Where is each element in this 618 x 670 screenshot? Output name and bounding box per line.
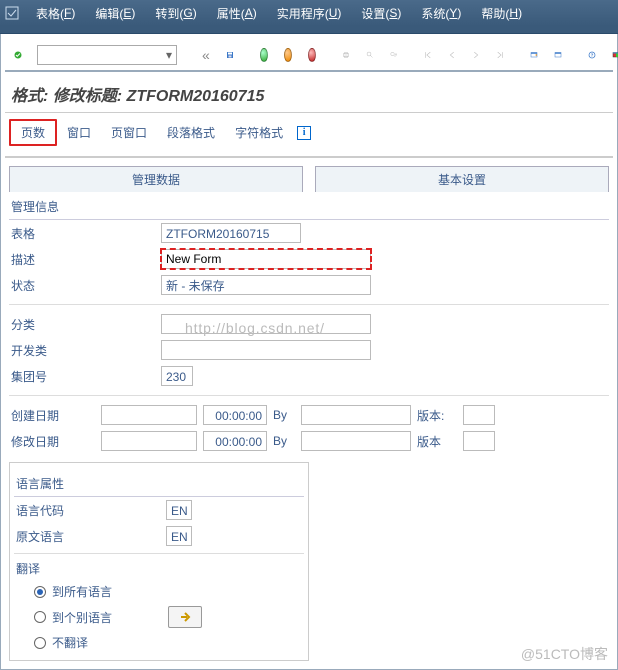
val-origlang: EN [166,526,192,546]
radio-selected-languages-label: 到个别语言 [52,609,112,626]
val-created-by [301,405,411,425]
menu-settings[interactable]: 设置(S) [351,0,411,26]
lbl-created-by: By [273,408,295,422]
lbl-category: 分类 [11,316,161,333]
val-status: 新 - 未保存 [161,275,371,295]
main-menubar: 表格(F) 编辑(E) 转到(G) 属性(A) 实用程序(U) 设置(S) 系统… [0,0,618,26]
divider [9,304,609,305]
command-field[interactable] [37,45,177,65]
subtab-windows[interactable]: 窗口 [57,121,101,144]
next-page-button[interactable] [465,44,487,66]
menubar-gap [0,26,618,34]
menu-util[interactable]: 实用程序(U) [267,0,352,26]
val-client: 230 [161,366,193,386]
val-devclass [161,340,371,360]
subtab-paragraph[interactable]: 段落格式 [157,121,225,144]
select-languages-button[interactable] [168,606,202,628]
subtab-pagewindow[interactable]: 页窗口 [101,121,157,144]
lbl-version-colon: 版本: [417,407,457,424]
lbl-translate: 翻译 [16,560,166,577]
menu-edit[interactable]: 编辑(E) [85,0,145,26]
lbl-changed-by: By [273,434,295,448]
radio-all-languages[interactable] [34,586,46,598]
group-admin-info: 管理信息 [9,192,609,220]
lbl-table: 表格 [11,225,161,242]
radio-all-languages-label: 到所有语言 [52,583,112,600]
radio-selected-languages[interactable] [34,611,46,623]
radio-no-translate-label: 不翻译 [52,634,88,651]
menu-goto[interactable]: 转到(G) [145,0,206,26]
val-created-date [101,405,197,425]
radio-no-translate[interactable] [34,637,46,649]
info-icon[interactable]: i [297,126,311,140]
svg-text:?: ? [590,53,593,58]
menu-system[interactable]: 系统(Y) [411,0,471,26]
shortcut-button[interactable] [547,44,569,66]
subtab-bar: 页数 窗口 页窗口 段落格式 字符格式 i [5,113,613,158]
main-toolbar: « ? [5,40,613,72]
tab-admin-data[interactable]: 管理数据 [9,166,303,192]
val-created-time: 00:00:00 [203,405,267,425]
section-tabs: 管理数据 基本设置 [5,158,613,192]
lbl-origlang: 原文语言 [16,528,166,545]
lbl-desc: 描述 [11,251,161,268]
watermark-url: http://blog.csdn.net/ [185,320,325,336]
val-version [463,405,495,425]
divider [9,395,609,396]
save-button[interactable] [219,44,241,66]
nav-back-button[interactable] [253,44,275,66]
find-next-button[interactable] [383,44,405,66]
panel-language: 语言属性 语言代码 EN 原文语言 EN 翻译 到所有语言 到个别语言 不翻译 [9,462,309,661]
val-changed-date [101,431,197,451]
last-page-button[interactable] [489,44,511,66]
menu-attr[interactable]: 属性(A) [207,0,267,26]
val-langcode: EN [166,500,192,520]
val-version2 [463,431,495,451]
subtab-charformat[interactable]: 字符格式 [225,121,293,144]
menu-help[interactable]: 帮助(H) [471,0,532,26]
subtab-pages[interactable]: 页数 [9,119,57,146]
val-changed-time: 00:00:00 [203,431,267,451]
val-table: ZTFORM20160715 [161,223,301,243]
val-changed-by [301,431,411,451]
menu-tables[interactable]: 表格(F) [26,0,85,26]
lbl-version: 版本 [417,433,457,450]
input-description[interactable] [161,249,371,269]
app-icon [4,5,20,21]
help-button[interactable]: ? [581,44,603,66]
lbl-client: 集团号 [11,368,161,385]
group-language: 语言属性 [14,469,304,497]
tab-basic-settings[interactable]: 基本设置 [315,166,609,192]
back-button[interactable]: « [195,44,217,66]
layout-button[interactable] [605,44,618,66]
nav-exit-button[interactable] [277,44,299,66]
nav-cancel-button[interactable] [301,44,323,66]
lbl-langcode: 语言代码 [16,502,166,519]
lbl-devclass: 开发类 [11,342,161,359]
lbl-changed: 修改日期 [11,433,95,450]
lbl-created: 创建日期 [11,407,95,424]
watermark-corner: @51CTO博客 [521,644,608,664]
ok-button[interactable] [7,44,29,66]
find-button[interactable] [359,44,381,66]
new-session-button[interactable] [523,44,545,66]
prev-page-button[interactable] [441,44,463,66]
print-button[interactable] [335,44,357,66]
first-page-button[interactable] [417,44,439,66]
lbl-status: 状态 [11,277,161,294]
page-title: 格式: 修改标题: ZTFORM20160715 [5,72,613,113]
